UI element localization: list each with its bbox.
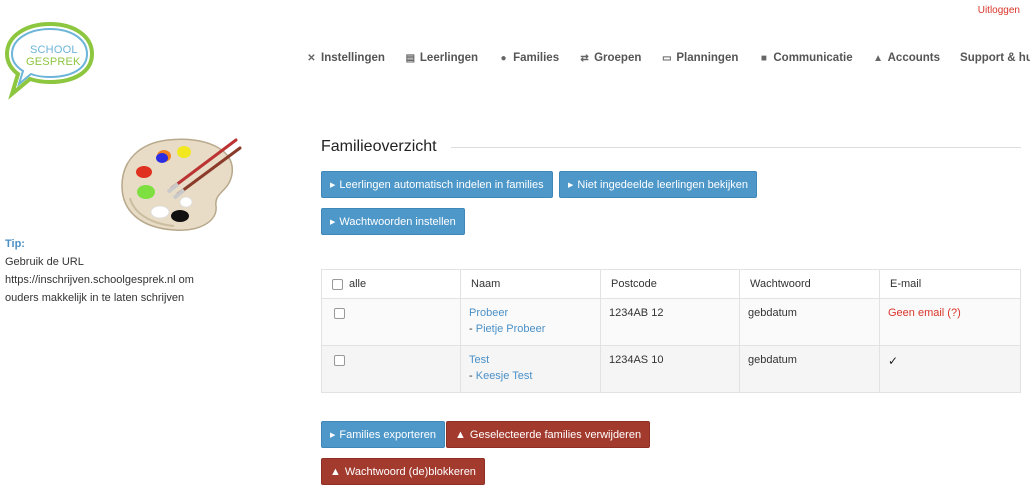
nav-item-label: Leerlingen (419, 52, 479, 64)
page-header: Familieoverzicht (321, 138, 1021, 156)
auto-assign-button[interactable]: ▶ Leerlingen automatisch indelen in fami… (321, 171, 553, 198)
nav-item-label: Support & hulp (960, 52, 1030, 64)
family-link[interactable]: Probeer (469, 307, 592, 319)
password-cell: gebdatum (739, 345, 880, 393)
nav-item-label: Families (513, 52, 560, 64)
nav-item-label: Communicatie (773, 52, 853, 64)
child-prefix: - (469, 323, 476, 335)
tools-icon: ✕ (307, 52, 316, 64)
users-icon: ● (500, 52, 507, 64)
tip-text-line: ouders makkelijk in te laten schrijven (5, 292, 185, 304)
chat-icon: ■ (760, 52, 767, 64)
unblock-password-button[interactable]: ▲ Wachtwoord (de)blokkeren (321, 458, 485, 485)
schoolgesprek-logo[interactable]: SCHOOL GESPREK (4, 20, 96, 100)
logo-text-school: SCHOOL (30, 44, 78, 56)
nav-item-families[interactable]: ● Families (498, 52, 560, 64)
caret-right-icon: ▶ (330, 431, 336, 439)
main-nav: ✕ Instellingen ▤ Leerlingen ● Families ⇄… (306, 52, 1030, 64)
export-families-button[interactable]: ▶ Families exporteren (321, 421, 445, 448)
nav-item-groepen[interactable]: ⇄ Groepen (579, 52, 641, 64)
name-cell: Test - Keesje Test (460, 345, 601, 393)
caret-right-icon: ▶ (568, 181, 574, 189)
logout-link[interactable]: Uitloggen (978, 5, 1020, 16)
column-header-password: Wachtwoord (739, 269, 880, 299)
button-label: Niet ingedeelde leerlingen bekijken (577, 178, 749, 191)
tip-text-line: https://inschrijven.schoolgesprek.nl om (5, 274, 194, 286)
column-header-email: E-mail (879, 269, 1021, 299)
calendar-icon: ▭ (662, 52, 672, 64)
logo-text-gesprek: GESPREK (26, 56, 81, 68)
lock-icon: ▲ (873, 52, 884, 64)
row-checkbox[interactable] (334, 354, 345, 366)
postcode-cell: 1234AS 10 (600, 345, 740, 393)
tip-label: Tip: (5, 238, 25, 250)
nav-item-label: Instellingen (321, 52, 385, 64)
child-prefix: - (469, 370, 476, 382)
no-email-link[interactable]: Geen email (?) (888, 307, 961, 319)
button-label: Families exporteren (339, 428, 436, 441)
row-select-cell (321, 298, 461, 346)
email-cell: ✓ (879, 345, 1021, 393)
row-checkbox[interactable] (334, 307, 345, 319)
table-row: Test - Keesje Test 1234AS 10 gebdatum ✓ (321, 345, 1021, 393)
button-label: Leerlingen automatisch indelen in famili… (339, 178, 544, 191)
column-header-name: Naam (460, 269, 601, 299)
password-cell: gebdatum (739, 298, 880, 346)
button-label: Wachtwoord (de)blokkeren (344, 465, 476, 478)
nav-item-label: Accounts (887, 52, 941, 64)
nav-item-support[interactable]: Support & hulp (960, 52, 1030, 64)
caret-right-icon: ▶ (330, 181, 336, 189)
family-link[interactable]: Test (469, 354, 592, 366)
delete-selected-families-button[interactable]: ▲ Geselecteerde families verwijderen (446, 421, 651, 448)
email-cell: Geen email (?) (879, 298, 1021, 346)
checkmark-icon: ✓ (888, 354, 899, 368)
unassigned-students-button[interactable]: ▶ Niet ingedeelde leerlingen bekijken (559, 171, 758, 198)
nav-item-leerlingen[interactable]: ▤ Leerlingen (405, 52, 478, 64)
child-link[interactable]: Keesje Test (476, 370, 533, 382)
id-card-icon: ▤ (405, 52, 416, 64)
column-header-select: alle (321, 269, 461, 299)
nav-item-planningen[interactable]: ▭ Planningen (661, 52, 738, 64)
name-cell: Probeer - Pietje Probeer (460, 298, 601, 346)
nav-item-label: Groepen (594, 52, 642, 64)
row-select-cell (321, 345, 461, 393)
select-all-checkbox[interactable] (332, 278, 343, 290)
nav-item-instellingen[interactable]: ✕ Instellingen (306, 52, 385, 64)
tip-text-line: Gebruik de URL (5, 256, 84, 268)
button-label: Geselecteerde families verwijderen (469, 428, 642, 441)
page-title: Familieoverzicht (321, 138, 437, 155)
select-all-label: alle (349, 278, 367, 290)
shuffle-icon: ⇄ (580, 52, 589, 64)
table-row: Probeer - Pietje Probeer 1234AB 12 gebda… (321, 298, 1021, 346)
child-link[interactable]: Pietje Probeer (476, 323, 546, 335)
nav-item-label: Planningen (676, 52, 739, 64)
paint-palette-icon (121, 138, 242, 231)
button-label: Wachtwoorden instellen (339, 215, 456, 228)
set-passwords-button[interactable]: ▶ Wachtwoorden instellen (321, 208, 465, 235)
divider (450, 146, 1021, 148)
column-header-postcode: Postcode (600, 269, 740, 299)
postcode-cell: 1234AB 12 (600, 298, 740, 346)
warning-icon: ▲ (330, 465, 341, 478)
table-header-row: alle Naam Postcode Wachtwoord E-mail (321, 269, 1021, 299)
tip-box: Tip: Gebruik de URL https://inschrijven.… (5, 235, 220, 307)
nav-item-accounts[interactable]: ▲ Accounts (873, 52, 940, 64)
warning-icon: ▲ (455, 428, 466, 441)
nav-item-communicatie[interactable]: ■ Communicatie (758, 52, 853, 64)
caret-right-icon: ▶ (330, 218, 336, 226)
families-table: alle Naam Postcode Wachtwoord E-mail Pro… (321, 269, 1021, 393)
